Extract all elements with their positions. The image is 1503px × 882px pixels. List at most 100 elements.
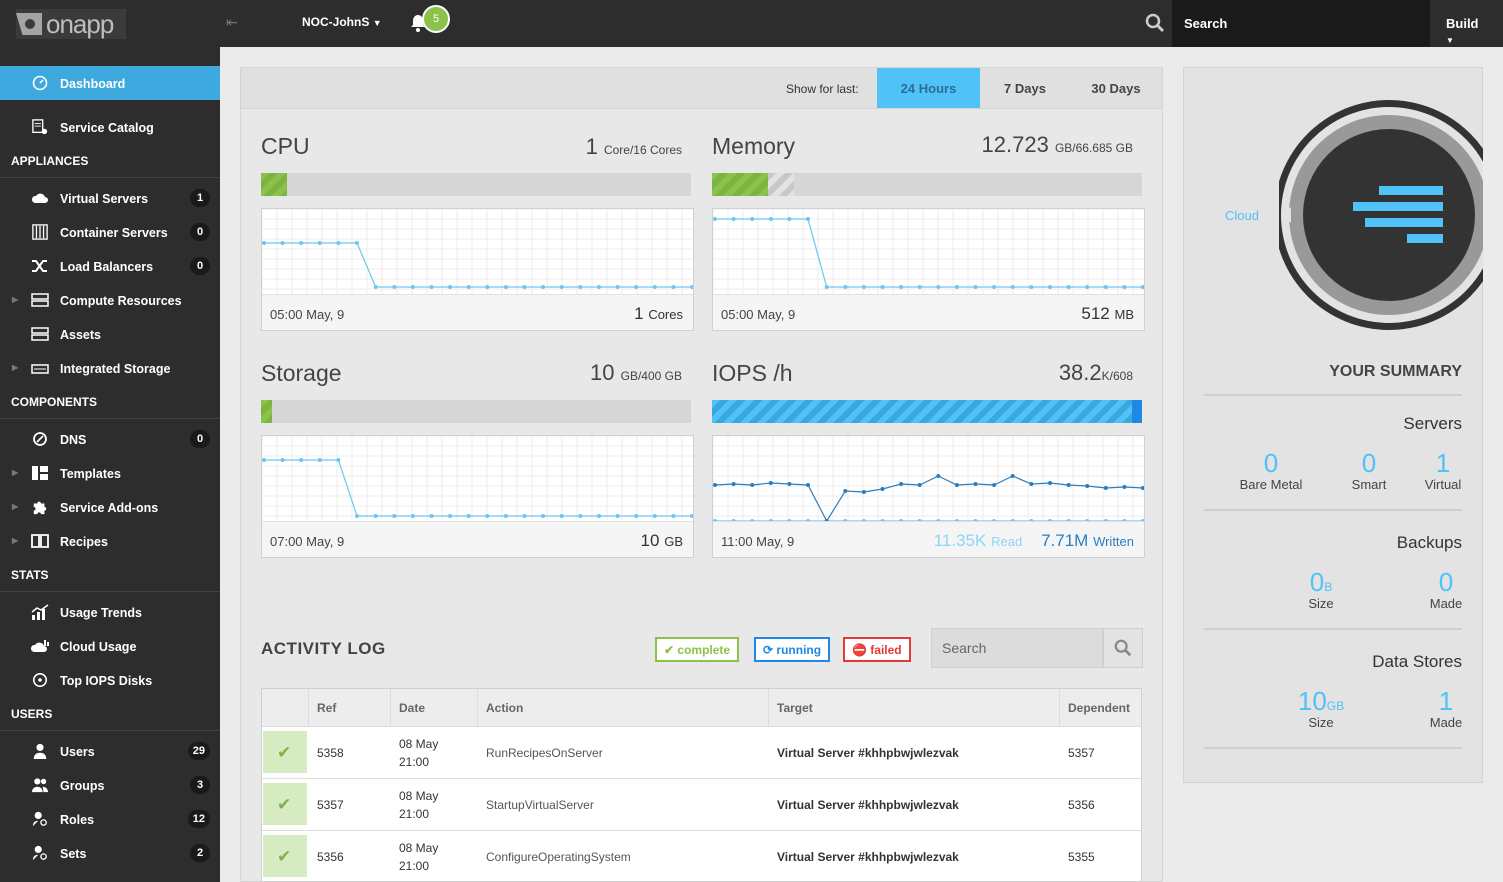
data-stores-size[interactable]: 10GB (1281, 686, 1361, 717)
memory-series-point (917, 285, 922, 289)
sidebar-item-load-balancers[interactable]: Load Balancers 0 (0, 249, 220, 283)
storage-title: Storage (261, 360, 342, 386)
storage-series-point (597, 514, 601, 518)
cloud-label[interactable]: Cloud (1225, 208, 1259, 223)
cpu-current-number: 1 (634, 304, 644, 323)
sidebar-item-dashboard[interactable]: Dashboard (0, 66, 220, 100)
global-search-input[interactable]: Search (1172, 0, 1430, 47)
sidebar-item-service-addons[interactable]: ▶ Service Add-ons (0, 490, 220, 524)
sidebar-item-dns[interactable]: DNS 0 (0, 422, 220, 456)
notification-badge[interactable]: 5 (422, 5, 450, 33)
sidebar-item-sets[interactable]: Sets 2 (0, 836, 220, 870)
filter-running-button[interactable]: ⟳ running (754, 637, 831, 662)
sidebar-divider (0, 591, 220, 592)
role-key-icon (32, 811, 47, 827)
table-header-dependent[interactable]: Dependent (1060, 689, 1141, 726)
sidebar-item-label: Top IOPS Disks (60, 674, 153, 688)
backups-made[interactable]: 0 (1429, 567, 1463, 598)
check-icon: ✔ (664, 643, 675, 657)
storage-series-point (541, 514, 546, 518)
storage-series-point (410, 514, 415, 518)
row-target-link[interactable]: Virtual Server #khhpbwjwlezvak (769, 727, 967, 778)
tab-7-days[interactable]: 7 Days (980, 68, 1070, 108)
count-badge: 0 (190, 430, 210, 448)
sidebar-item-users[interactable]: Users 29 (0, 734, 220, 768)
filter-complete-button[interactable]: ✔ complete (655, 637, 740, 662)
sidebar-item-compute-resources[interactable]: ▶ Compute Resources (0, 283, 220, 317)
cpu-series-point (634, 285, 639, 289)
memory-series-point (880, 285, 885, 289)
build-menu[interactable]: Build ▼ (1430, 0, 1503, 47)
cloud-chart-icon (31, 640, 49, 652)
memory-series-point (1141, 285, 1144, 289)
backups-size[interactable]: 0B (1291, 567, 1351, 598)
sidebar-item-service-catalog[interactable]: Service Catalog (0, 110, 220, 144)
virtual-count[interactable]: 1 (1426, 448, 1460, 479)
group-icon (32, 778, 48, 793)
sidebar-item-integrated-storage[interactable]: ▶ Integrated Storage (0, 351, 220, 385)
expand-arrow-icon[interactable]: ▶ (12, 295, 18, 304)
sidebar-item-recipes[interactable]: ▶ Recipes (0, 524, 220, 558)
sidebar-item-groups[interactable]: Groups 3 (0, 768, 220, 802)
cloud-summary-graphic[interactable] (1279, 98, 1483, 332)
activity-search-button[interactable] (1103, 628, 1143, 668)
row-date-time: 21:00 (399, 754, 430, 769)
sidebar-item-usage-trends[interactable]: Usage Trends (0, 595, 220, 629)
table-header-action[interactable]: Action (478, 689, 769, 726)
row-date-day: 08 May (399, 788, 439, 803)
cpu-progress-bar (261, 173, 691, 196)
expand-arrow-icon[interactable]: ▶ (12, 468, 18, 477)
table-header-target[interactable]: Target (769, 689, 1060, 726)
smart-count[interactable]: 0 (1352, 448, 1386, 479)
expand-arrow-icon[interactable]: ▶ (12, 536, 18, 545)
table-header-ref[interactable]: Ref (309, 689, 391, 726)
iops-progress-fill (712, 400, 1134, 423)
filter-label: failed (870, 643, 902, 657)
sidebar-item-container-servers[interactable]: Container Servers 0 (0, 215, 220, 249)
backups-made-label: Made (1429, 596, 1463, 611)
cpu-series-point (615, 285, 620, 289)
iops-written-series-line (714, 475, 1144, 521)
storage-chart-time: 07:00 May, 9 (270, 534, 345, 549)
container-icon (32, 224, 48, 240)
data-stores-made[interactable]: 1 (1429, 686, 1463, 717)
memory-series-point (1085, 285, 1090, 289)
tab-30-days[interactable]: 30 Days (1070, 68, 1162, 108)
section-heading-stats: STATS (11, 568, 49, 582)
sidebar-item-cloud-usage[interactable]: Cloud Usage (0, 629, 220, 663)
expand-arrow-icon[interactable]: ▶ (12, 502, 18, 511)
show-for-label: Show for last: (786, 82, 859, 96)
filter-failed-button[interactable]: ⛔ failed (843, 637, 911, 662)
cpu-series-point (671, 285, 676, 289)
storage-series-point (317, 458, 322, 462)
iops-written-series-point (1103, 486, 1108, 490)
expand-arrow-icon[interactable]: ▶ (12, 363, 18, 372)
search-icon[interactable] (1145, 13, 1165, 33)
row-target-link[interactable]: Virtual Server #khhpbwjwlezvak (769, 831, 967, 882)
row-date: 08 May 21:00 (391, 727, 446, 778)
logo-text: onapp (46, 9, 114, 39)
sidebar-item-top-iops-disks[interactable]: Top IOPS Disks (0, 663, 220, 697)
table-row[interactable]: ✔ 5357 08 May 21:00 StartupVirtualServer … (262, 778, 1141, 830)
sidebar-item-templates[interactable]: ▶ Templates (0, 456, 220, 490)
collapse-sidebar-icon[interactable]: ⇤ (226, 14, 240, 32)
table-row[interactable]: ✔ 5356 08 May 21:00 ConfigureOperatingSys… (262, 830, 1141, 882)
row-target-link[interactable]: Virtual Server #khhpbwjwlezvak (769, 779, 967, 830)
storage-series-point (485, 514, 490, 518)
iops-written-series-point (1029, 482, 1034, 486)
count-badge: 12 (187, 810, 210, 828)
row-ref: 5356 (317, 849, 344, 864)
memory-series-point (1010, 285, 1015, 289)
user-menu[interactable]: NOC-JohnS ▼ (302, 15, 382, 29)
activity-search-input[interactable]: Search (931, 628, 1103, 668)
table-header-date[interactable]: Date (391, 689, 478, 726)
tab-24-hours[interactable]: 24 Hours (877, 68, 980, 108)
sidebar-item-virtual-servers[interactable]: Virtual Servers 1 (0, 181, 220, 215)
bare-metal-count[interactable]: 0 (1254, 448, 1288, 479)
storage-value: 10 GB/400 GB (541, 360, 682, 386)
sidebar-item-roles[interactable]: Roles 12 (0, 802, 220, 836)
onapp-logo[interactable]: onapp (16, 9, 126, 39)
row-date-day: 08 May (399, 736, 439, 751)
table-row[interactable]: ✔ 5358 08 May 21:00 RunRecipesOnServer Vi… (262, 726, 1141, 778)
sidebar-item-assets[interactable]: Assets (0, 317, 220, 351)
